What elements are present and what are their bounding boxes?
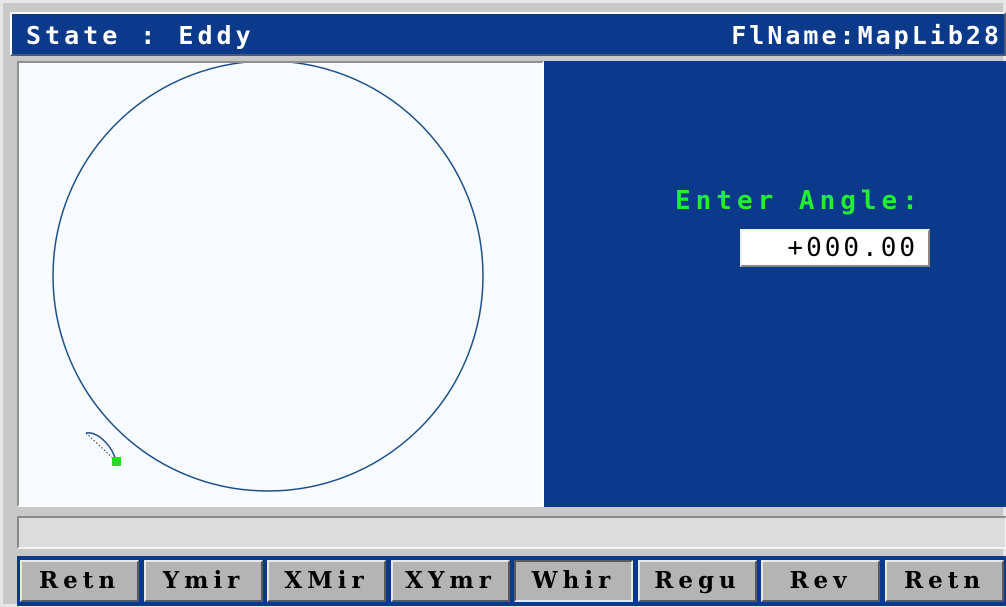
softkey-retn[interactable]: Retn <box>20 560 139 602</box>
cut-path-circle <box>52 63 484 492</box>
path-drawing <box>52 63 484 492</box>
softkey-retn-2[interactable]: Retn <box>885 560 1004 602</box>
softkey-bar: Retn Ymir XMir XYmr Whir Regu Rev Retn <box>17 556 1006 606</box>
file-name-label: FlName:MapLib28 <box>731 21 1002 50</box>
status-bar <box>17 516 1006 549</box>
softkey-xmir[interactable]: XMir <box>267 560 386 602</box>
machine-screen: State : Eddy FlName:MapLib28 Enter Angle… <box>0 0 1006 607</box>
softkey-xymr[interactable]: XYmr <box>391 560 510 602</box>
softkey-rev[interactable]: Rev <box>761 560 880 602</box>
softkey-ymir[interactable]: Ymir <box>144 560 263 602</box>
angle-input[interactable]: +000.00 <box>740 229 930 267</box>
softkey-whir[interactable]: Whir <box>514 560 633 602</box>
enter-angle-label: Enter Angle: <box>675 186 923 216</box>
title-bar: State : Eddy FlName:MapLib28 <box>10 12 1006 56</box>
start-point-marker <box>112 457 121 466</box>
graphic-preview <box>17 61 544 507</box>
parameter-panel: Enter Angle: +000.00 <box>544 61 1006 507</box>
state-label: State : Eddy <box>26 21 255 50</box>
softkey-regu[interactable]: Regu <box>638 560 757 602</box>
lead-in-arc <box>85 432 117 462</box>
